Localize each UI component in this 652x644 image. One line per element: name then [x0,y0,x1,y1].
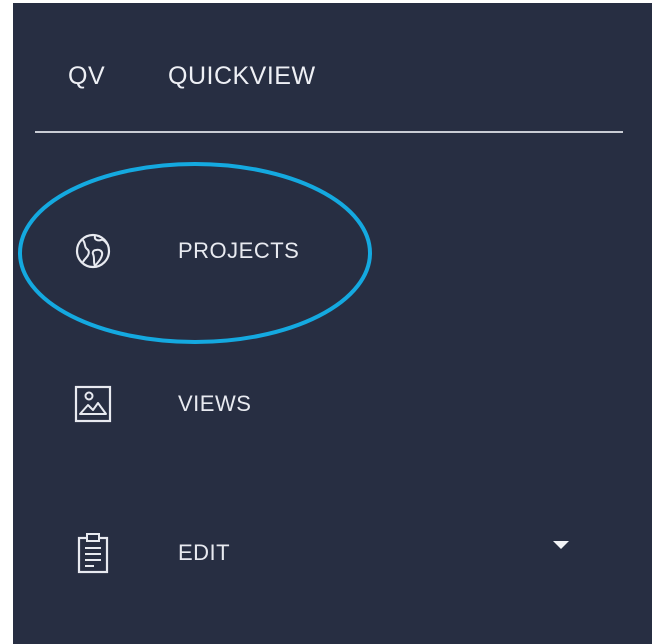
chevron-down-icon[interactable] [553,541,569,549]
brand-name: QUICKVIEW [168,61,316,90]
sidebar-item-label: VIEWS [178,391,252,416]
brand-abbreviation: QV [68,61,106,90]
image-icon [68,379,118,429]
sidebar-item-views[interactable]: VIEWS [68,374,628,434]
clipboard-icon [68,528,118,578]
app-brand: QV QUICKVIEW [68,58,316,94]
sidebar-item-edit[interactable]: EDIT [68,523,628,583]
sidebar-item-label: PROJECTS [178,238,300,263]
sidebar-item-label: EDIT [178,540,231,565]
sidebar-item-projects[interactable]: PROJECTS [68,221,628,281]
divider [35,131,623,133]
sidebar-panel: QV QUICKVIEW PROJECTS VIEWS EDIT [13,3,652,644]
globe-icon [68,226,118,276]
